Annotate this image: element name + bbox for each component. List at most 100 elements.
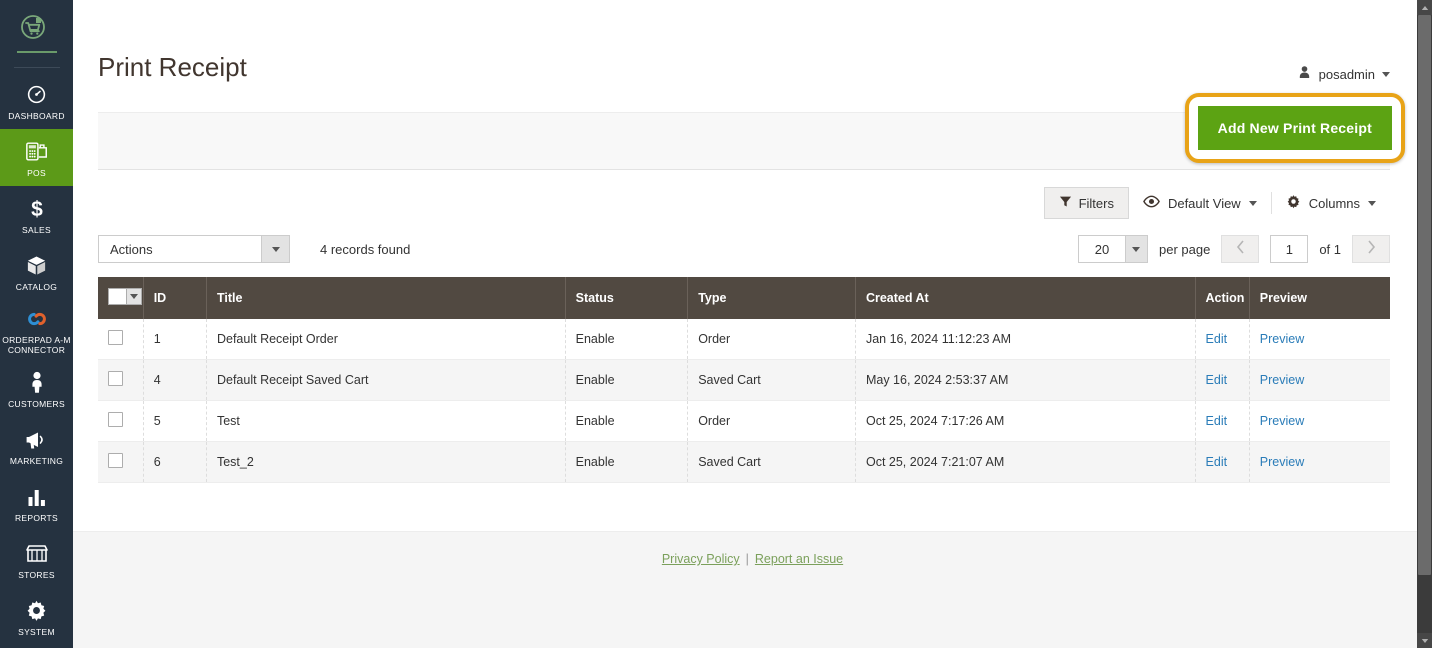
- filters-button[interactable]: Filters: [1043, 187, 1129, 219]
- table-header: ID Title Status Type Created At Action P…: [98, 277, 1390, 319]
- cell-action: Edit: [1195, 359, 1250, 401]
- sidebar-item-customers[interactable]: CUSTOMERS: [0, 360, 73, 417]
- select-all-header[interactable]: [98, 277, 144, 319]
- edit-link[interactable]: Edit: [1206, 332, 1228, 346]
- row-checkbox-cell[interactable]: [98, 400, 144, 442]
- left-controls: Actions 4 records found: [98, 235, 410, 263]
- default-view-dropdown[interactable]: Default View: [1129, 195, 1271, 211]
- actions-select[interactable]: Actions: [98, 235, 290, 263]
- cell-created-at: May 16, 2024 2:53:37 AM: [855, 359, 1196, 401]
- report-issue-link[interactable]: Report an Issue: [755, 552, 843, 566]
- chevron-down-icon: [261, 236, 289, 262]
- column-header-action[interactable]: Action: [1195, 277, 1250, 319]
- select-all-checkbox-dropdown[interactable]: [108, 288, 142, 305]
- column-header-id[interactable]: ID: [143, 277, 207, 319]
- edit-link[interactable]: Edit: [1206, 414, 1228, 428]
- sidebar-item-system[interactable]: SYSTEM: [0, 588, 73, 645]
- cell-preview: Preview: [1249, 441, 1390, 483]
- privacy-policy-link[interactable]: Privacy Policy: [662, 552, 740, 566]
- table-row: 6 Test_2 Enable Saved Cart Oct 25, 2024 …: [98, 441, 1390, 483]
- cell-created-at: Jan 16, 2024 11:12:23 AM: [855, 319, 1196, 360]
- cell-action: Edit: [1195, 319, 1250, 360]
- next-page-button[interactable]: [1352, 235, 1390, 263]
- columns-dropdown[interactable]: Columns: [1272, 194, 1390, 212]
- cell-created-at: Oct 25, 2024 7:17:26 AM: [855, 400, 1196, 442]
- data-grid-wrapper: ID Title Status Type Created At Action P…: [98, 277, 1390, 483]
- preview-link[interactable]: Preview: [1260, 455, 1304, 469]
- column-header-status[interactable]: Status: [565, 277, 689, 319]
- svg-text:$: $: [31, 198, 43, 221]
- cell-preview: Preview: [1249, 359, 1390, 401]
- column-header-title[interactable]: Title: [206, 277, 566, 319]
- row-checkbox[interactable]: [108, 412, 123, 427]
- sidebar-item-catalog[interactable]: CATALOG: [0, 243, 73, 300]
- scroll-up-arrow[interactable]: [1417, 0, 1432, 15]
- actions-select-value: Actions: [110, 241, 153, 257]
- preview-link[interactable]: Preview: [1260, 332, 1304, 346]
- table-header-row: ID Title Status Type Created At Action P…: [98, 277, 1390, 319]
- row-checkbox-cell[interactable]: [98, 319, 144, 360]
- table-body: 1 Default Receipt Order Enable Order Jan…: [98, 319, 1390, 483]
- previous-page-button[interactable]: [1221, 235, 1260, 263]
- sidebar-item-dashboard[interactable]: DASHBOARD: [0, 72, 73, 129]
- page-scrollbar[interactable]: [1417, 0, 1432, 648]
- admin-user-menu[interactable]: posadmin: [1297, 65, 1390, 83]
- sidebar-item-orderpad-connector[interactable]: ORDERPAD A-M CONNECTOR: [0, 300, 73, 360]
- dollar-icon: $: [27, 196, 47, 222]
- brand-logo[interactable]: [0, 0, 73, 58]
- per-page-select[interactable]: 20: [1077, 235, 1148, 263]
- column-header-preview[interactable]: Preview: [1249, 277, 1390, 319]
- chevron-down-icon: [1124, 236, 1147, 262]
- edit-link[interactable]: Edit: [1206, 455, 1228, 469]
- sidebar-item-label: DASHBOARD: [8, 110, 65, 121]
- add-new-print-receipt-button[interactable]: Add New Print Receipt: [1197, 106, 1392, 150]
- cell-type: Order: [687, 319, 856, 360]
- column-header-created-at[interactable]: Created At: [855, 277, 1196, 319]
- edit-link[interactable]: Edit: [1206, 373, 1228, 387]
- grid-controls: Actions 4 records found 20 per page 1 of…: [98, 235, 1390, 263]
- column-header-type[interactable]: Type: [687, 277, 856, 319]
- sidebar-item-label: SALES: [22, 224, 51, 235]
- print-receipt-table: ID Title Status Type Created At Action P…: [98, 277, 1390, 483]
- row-checkbox-cell[interactable]: [98, 441, 144, 483]
- gauge-icon: [26, 82, 47, 108]
- pagination-controls: 20 per page 1 of 1: [1077, 235, 1390, 263]
- cell-action: Edit: [1195, 400, 1250, 442]
- cell-title: Test_2: [206, 441, 566, 483]
- sidebar-item-label: CUSTOMERS: [8, 398, 65, 409]
- scrollbar-thumb[interactable]: [1418, 15, 1431, 575]
- sidebar-item-reports[interactable]: REPORTS: [0, 474, 73, 531]
- preview-link[interactable]: Preview: [1260, 373, 1304, 387]
- sidebar-item-marketing[interactable]: MARKETING: [0, 417, 73, 474]
- funnel-icon: [1059, 195, 1072, 211]
- cell-id: 5: [143, 400, 207, 442]
- per-page-value: 20: [1094, 241, 1110, 257]
- cell-title: Default Receipt Saved Cart: [206, 359, 566, 401]
- cell-action: Edit: [1195, 441, 1250, 483]
- sidebar-item-stores[interactable]: STORES: [0, 531, 73, 588]
- row-checkbox[interactable]: [108, 453, 123, 468]
- sidebar-item-pos[interactable]: POS: [0, 129, 73, 186]
- box-icon: [25, 253, 48, 279]
- page-footer: Privacy Policy | Report an Issue: [73, 531, 1432, 648]
- page-number-input[interactable]: 1: [1270, 235, 1309, 263]
- cell-status: Enable: [565, 400, 689, 442]
- cell-type: Saved Cart: [687, 441, 856, 483]
- preview-link[interactable]: Preview: [1260, 414, 1304, 428]
- add-button-highlight: Add New Print Receipt: [1184, 93, 1405, 163]
- cell-id: 6: [143, 441, 207, 483]
- scroll-down-arrow[interactable]: [1417, 633, 1432, 648]
- per-page-label: per page: [1158, 241, 1211, 257]
- person-icon: [28, 370, 46, 396]
- logo-underline: [16, 50, 57, 53]
- row-checkbox[interactable]: [108, 330, 123, 345]
- bar-chart-icon: [26, 484, 48, 510]
- row-checkbox-cell[interactable]: [98, 359, 144, 401]
- sidebar-divider: [13, 67, 60, 68]
- sidebar-item-sales[interactable]: $ SALES: [0, 186, 73, 243]
- chevron-down-icon: [127, 288, 142, 305]
- records-found-label: 4 records found: [320, 241, 411, 257]
- table-row: 5 Test Enable Order Oct 25, 2024 7:17:26…: [98, 400, 1390, 442]
- row-checkbox[interactable]: [108, 371, 123, 386]
- columns-label: Columns: [1308, 195, 1360, 211]
